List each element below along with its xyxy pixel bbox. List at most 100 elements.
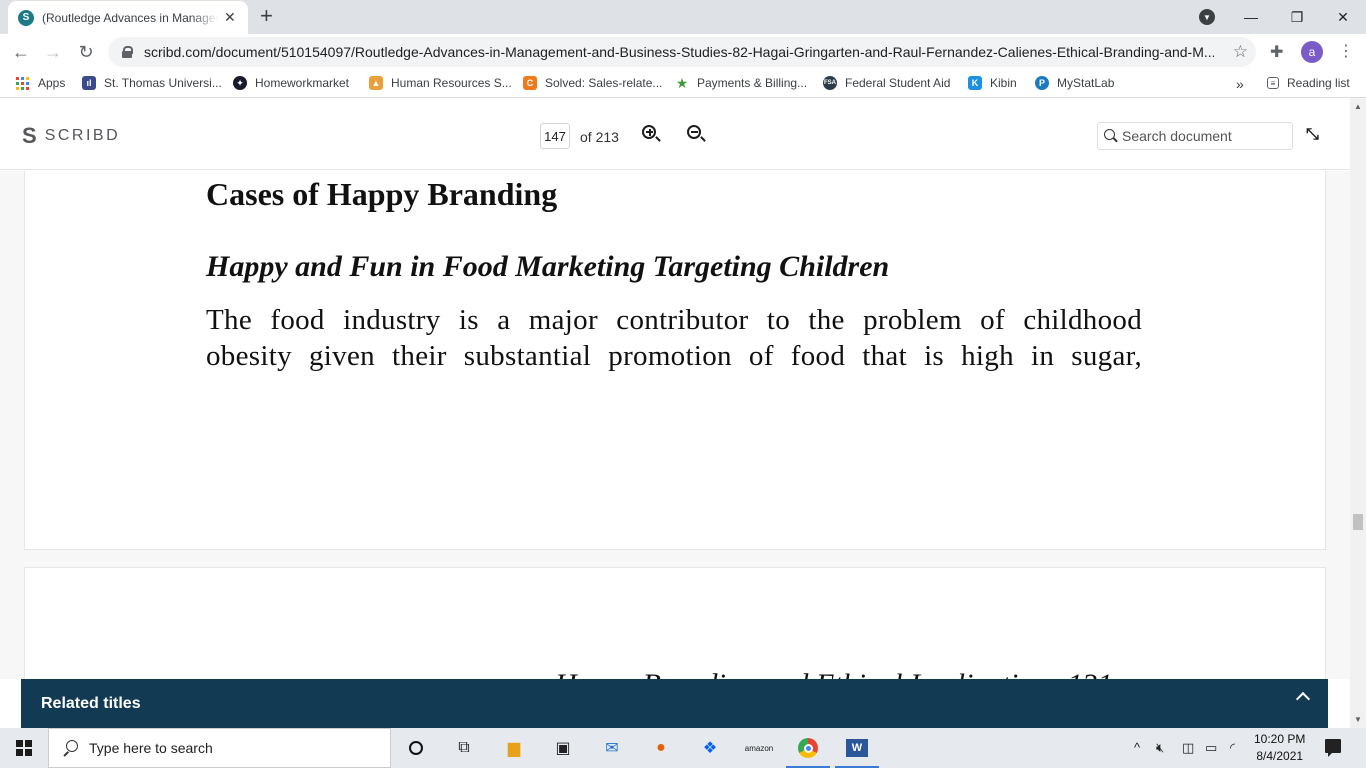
- battery-icon[interactable]: ▭: [1205, 740, 1217, 756]
- reading-list-icon: ≡: [1267, 77, 1279, 89]
- url-text: scribd.com/document/510154097/Routledge-…: [144, 44, 1214, 60]
- related-titles-bar[interactable]: Related titles: [21, 679, 1328, 728]
- task-view-icon[interactable]: ⧉: [452, 736, 476, 760]
- bookmark-label: Kibin: [990, 76, 1017, 90]
- bookmark-label: Apps: [38, 76, 66, 90]
- document-page: Cases of Happy Branding Happy and Fun in…: [24, 171, 1326, 550]
- firefox-icon[interactable]: ●: [649, 736, 673, 760]
- scrollbar-thumb[interactable]: [1353, 514, 1363, 530]
- exit-fullscreen-icon[interactable]: ⤡: [1306, 126, 1319, 144]
- bookmark-mystatlab[interactable]: P MyStatLab: [1035, 76, 1114, 90]
- body-paragraph: The food industry is a major contributor…: [206, 302, 1142, 374]
- tab-close-icon[interactable]: ✕: [224, 9, 236, 26]
- kibin-icon: K: [968, 76, 982, 90]
- browser-tab-scribd[interactable]: S (Routledge Advances in Management and …: [8, 1, 248, 34]
- dropbox-icon[interactable]: ❖: [698, 736, 722, 760]
- extensions-puzzle-icon[interactable]: ✚: [1270, 42, 1283, 62]
- zoom-in-icon[interactable]: [641, 124, 661, 144]
- wifi-icon[interactable]: ◜: [1230, 740, 1235, 756]
- chevron-up-icon[interactable]: [1295, 691, 1311, 707]
- chegg-icon: C: [523, 76, 537, 90]
- search-icon: [63, 740, 79, 756]
- body-line: The food industry is a major contributor…: [206, 304, 1142, 336]
- search-document-field[interactable]: [1097, 122, 1293, 150]
- file-explorer-icon[interactable]: ▆: [502, 736, 526, 760]
- cortana-icon[interactable]: [404, 736, 428, 760]
- lock-icon: [122, 46, 133, 58]
- zoom-out-icon[interactable]: [686, 124, 706, 144]
- star-icon: ★: [675, 74, 689, 91]
- pearson-icon: P: [1035, 76, 1049, 90]
- document-viewer[interactable]: Cases of Happy Branding Happy and Fun in…: [0, 171, 1350, 679]
- amazon-icon[interactable]: amazon: [745, 736, 773, 760]
- bookmark-label: MyStatLab: [1057, 76, 1115, 90]
- section-heading: Cases of Happy Branding: [206, 176, 558, 212]
- chrome-menu-icon[interactable]: ⋮: [1338, 41, 1354, 61]
- bookmark-st-thomas[interactable]: ıl St. Thomas Universi...: [82, 76, 222, 90]
- microsoft-store-icon[interactable]: ▣: [551, 736, 575, 760]
- forward-arrow-icon[interactable]: →: [41, 40, 65, 64]
- scroll-down-arrow-icon[interactable]: ▼: [1354, 715, 1362, 724]
- mail-icon[interactable]: ✉: [600, 736, 624, 760]
- bookmark-label: Human Resources S...: [391, 76, 512, 90]
- bookmarks-bar: Apps ıl St. Thomas Universi... ✦ Homewor…: [0, 70, 1366, 98]
- related-titles-label: Related titles: [41, 694, 141, 712]
- clock-time: 10:20 PM: [1254, 732, 1306, 746]
- close-window-button[interactable]: ✕: [1320, 0, 1366, 34]
- bookmark-star-icon[interactable]: ☆: [1233, 42, 1248, 62]
- body-line: obesity given their substantial promotio…: [206, 340, 1142, 372]
- vertical-scrollbar[interactable]: ▲ ▼: [1350, 98, 1366, 728]
- taskbar-search-box[interactable]: Type here to search: [48, 728, 391, 768]
- meet-now-icon[interactable]: ◫: [1182, 740, 1194, 756]
- restore-button[interactable]: ❐: [1274, 0, 1320, 34]
- browser-toolbar: ← → ↻ scribd.com/document/510154097/Rout…: [0, 34, 1366, 70]
- show-hidden-icons-icon[interactable]: ^: [1134, 740, 1140, 755]
- chart-icon: ▲: [369, 76, 383, 90]
- minimize-button[interactable]: —: [1228, 0, 1274, 34]
- subsection-heading: Happy and Fun in Food Marketing Targetin…: [206, 250, 890, 283]
- bookmark-label: Payments & Billing...: [697, 76, 808, 90]
- bookmark-human-resources[interactable]: ▲ Human Resources S...: [369, 76, 512, 90]
- bookmark-label: Federal Student Aid: [845, 76, 951, 90]
- university-icon: ıl: [82, 76, 96, 90]
- search-document-input[interactable]: [1122, 128, 1292, 144]
- word-icon[interactable]: W: [845, 736, 869, 760]
- running-head: Happy Branding and Ethical Implications …: [555, 668, 1112, 679]
- homeworkmarket-icon: ✦: [233, 76, 247, 90]
- bookmark-homeworkmarket[interactable]: ✦ Homeworkmarket: [233, 76, 349, 90]
- tab-strip: S (Routledge Advances in Management and …: [0, 0, 1366, 34]
- document-page-next: Happy Branding and Ethical Implications …: [24, 567, 1326, 679]
- address-bar[interactable]: scribd.com/document/510154097/Routledge-…: [108, 37, 1256, 67]
- fsa-icon: FSA: [823, 76, 837, 90]
- scribd-favicon-icon: S: [18, 9, 34, 26]
- system-clock[interactable]: 10:20 PM 8/4/2021: [1254, 731, 1305, 765]
- page-total: of 213: [580, 129, 619, 145]
- windows-start-icon[interactable]: [16, 740, 32, 756]
- bookmark-chegg[interactable]: C Solved: Sales-relate...: [523, 76, 662, 90]
- bookmark-federal-student-aid[interactable]: FSA Federal Student Aid: [823, 76, 950, 90]
- volume-muted-icon[interactable]: 🔇︎: [1156, 740, 1164, 756]
- scribd-logo-icon: S: [22, 123, 37, 148]
- profile-avatar[interactable]: a: [1301, 41, 1323, 63]
- search-icon: [1104, 129, 1118, 143]
- tab-search-icon[interactable]: ▼: [1199, 9, 1215, 25]
- bookmark-kibin[interactable]: K Kibin: [968, 76, 1017, 90]
- new-tab-button[interactable]: +: [260, 5, 273, 27]
- reading-list-label: Reading list: [1287, 76, 1350, 90]
- page-number-input[interactable]: 147: [540, 123, 570, 149]
- back-arrow-icon[interactable]: ←: [9, 40, 33, 64]
- bookmark-apps[interactable]: Apps: [16, 76, 65, 90]
- bookmark-payments[interactable]: ★ Payments & Billing...: [675, 74, 808, 91]
- notifications-icon[interactable]: [1325, 739, 1341, 757]
- chrome-icon[interactable]: [796, 736, 820, 760]
- scroll-up-arrow-icon[interactable]: ▲: [1354, 102, 1362, 111]
- reading-list-button[interactable]: ≡ Reading list: [1267, 76, 1350, 90]
- bookmark-label: St. Thomas Universi...: [104, 76, 222, 90]
- bookmarks-overflow-button[interactable]: »: [1236, 76, 1244, 92]
- reload-icon[interactable]: ↻: [74, 40, 98, 64]
- scribd-wordmark: SCRIBD: [44, 127, 121, 144]
- scribd-logo[interactable]: S SCRIBD: [22, 123, 121, 148]
- taskbar-search-text: Type here to search: [89, 740, 213, 756]
- tab-title: (Routledge Advances in Management and Bu…: [42, 10, 218, 25]
- clock-date: 8/4/2021: [1256, 749, 1304, 763]
